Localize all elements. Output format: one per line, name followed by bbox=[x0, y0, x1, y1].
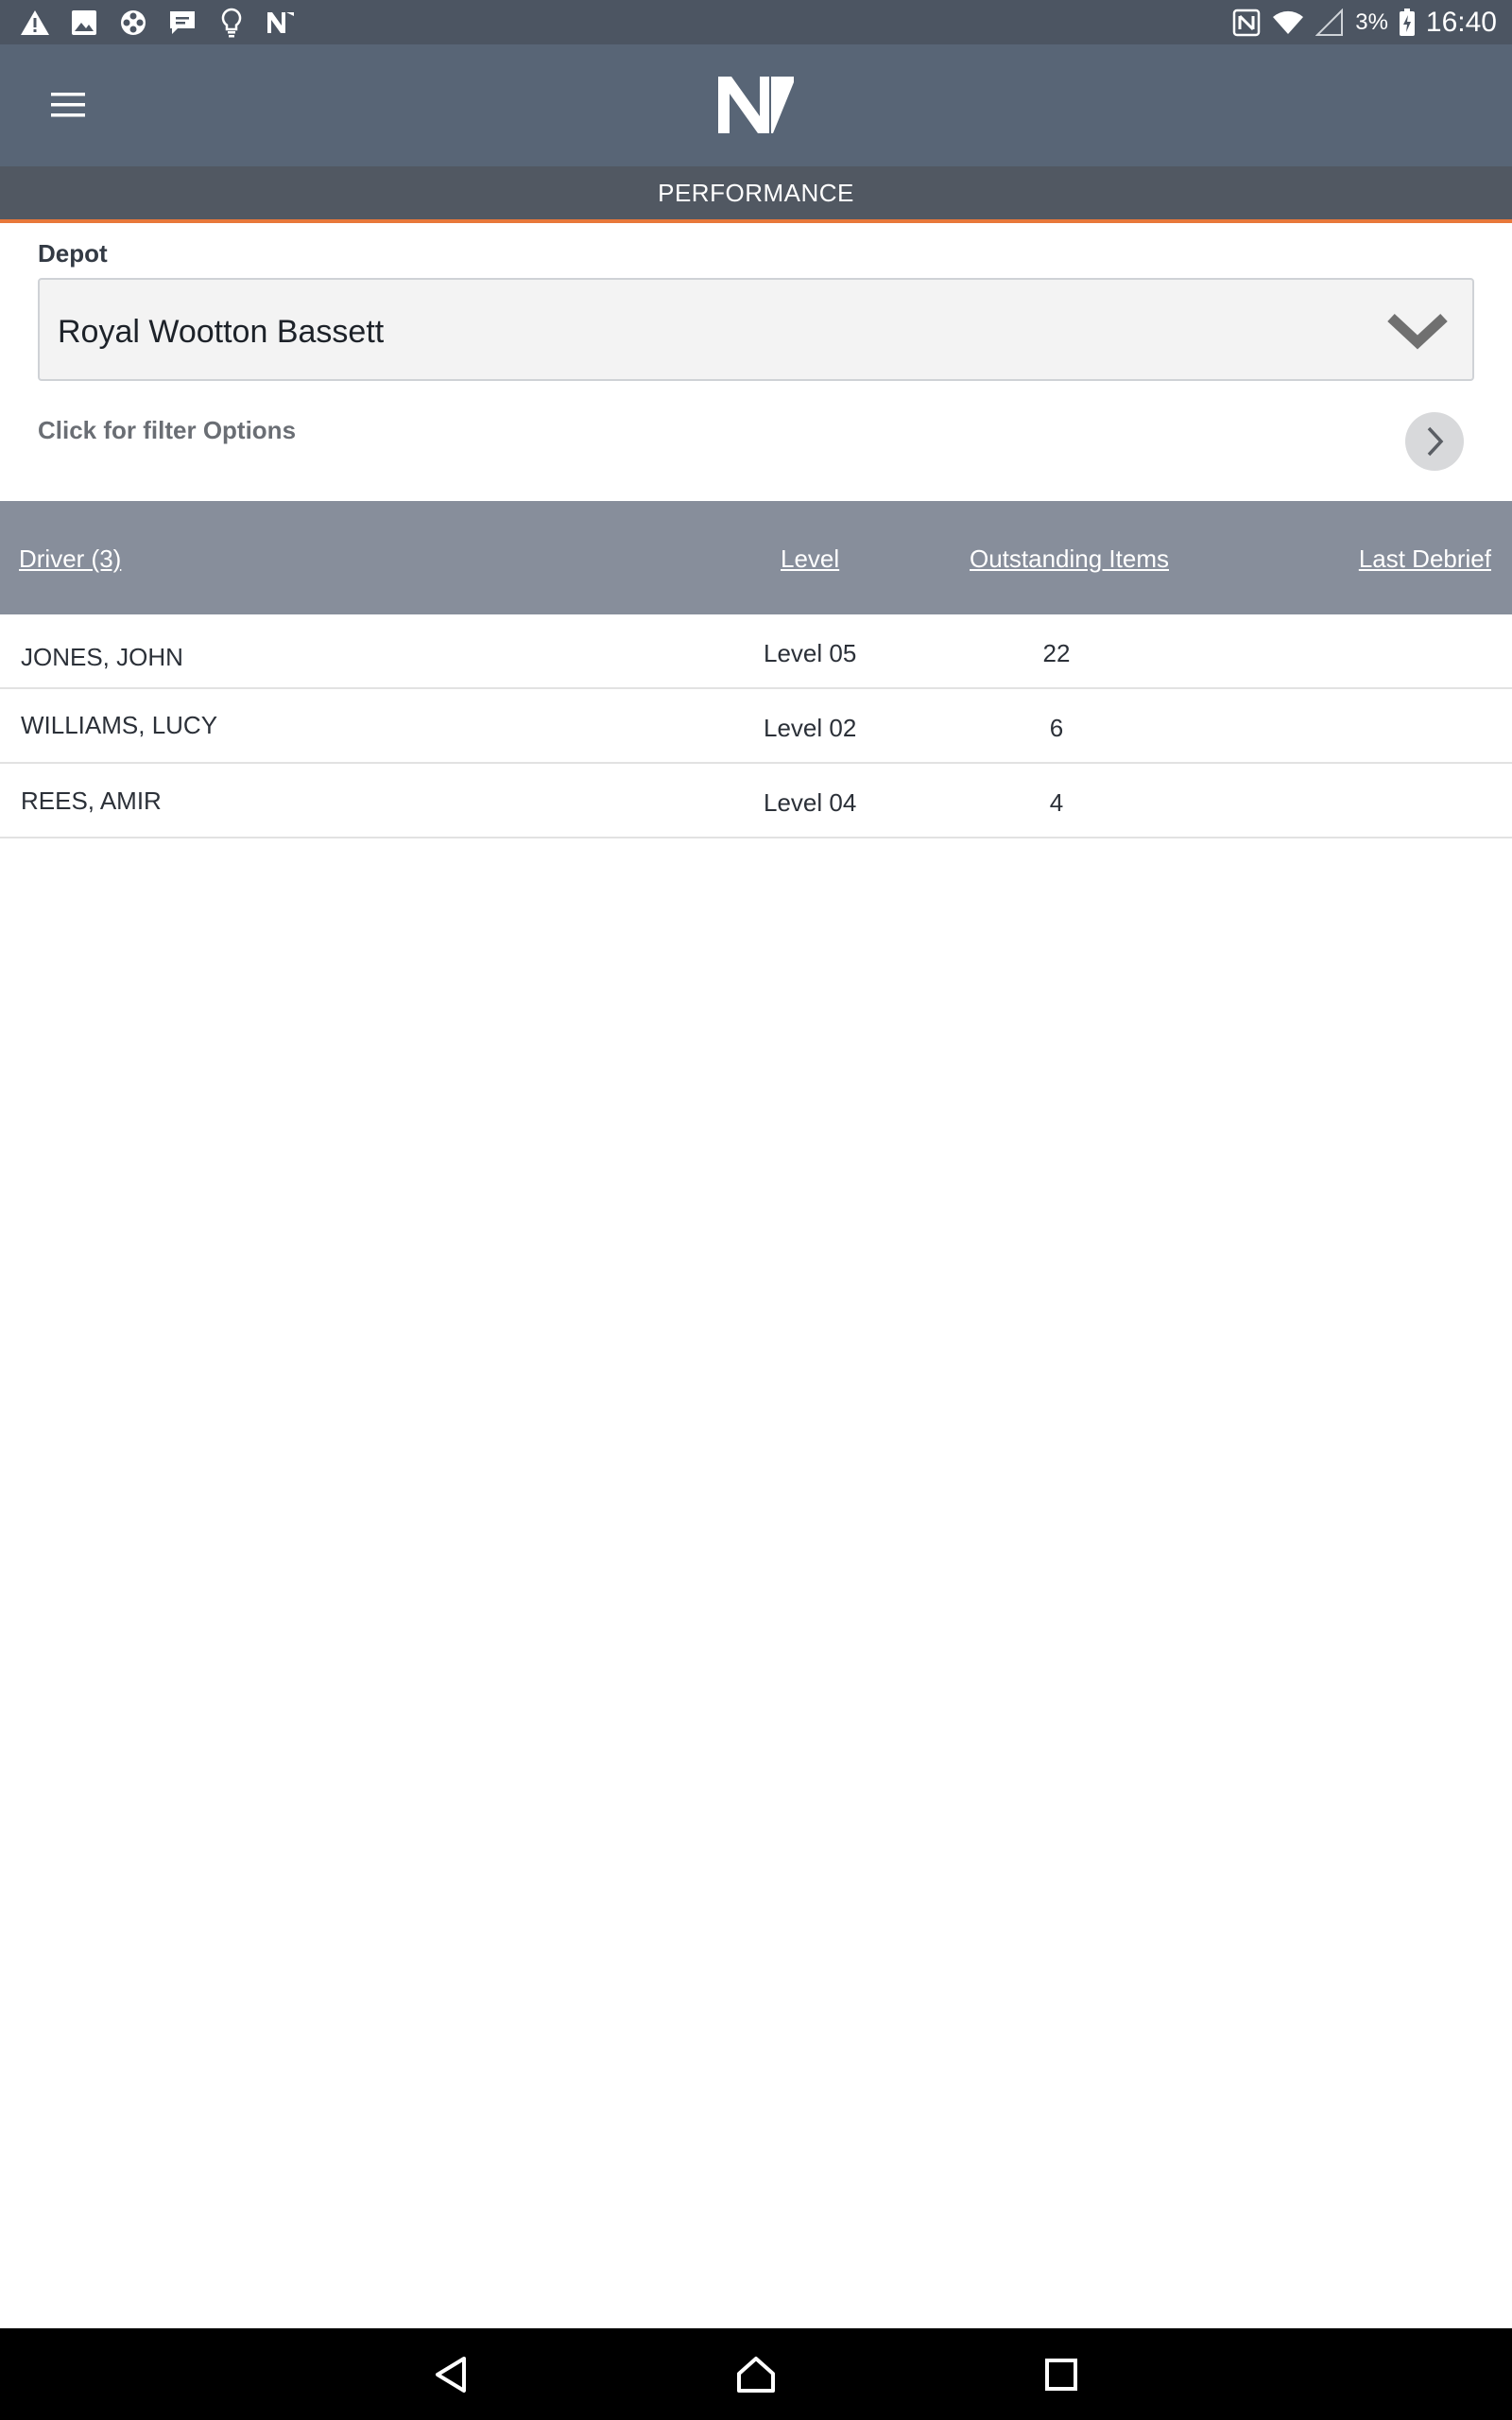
column-header-level[interactable]: Level bbox=[781, 544, 839, 574]
page-title: PERFORMANCE bbox=[658, 178, 854, 207]
driver-level: Level 05 bbox=[764, 639, 857, 667]
depot-select[interactable]: Royal Wootton Bassett bbox=[38, 278, 1474, 381]
driver-name: WILLIAMS, LUCY bbox=[21, 711, 218, 739]
table-row[interactable]: REES, AMIR Level 04 4 bbox=[0, 764, 1512, 838]
table-row[interactable]: JONES, JOHN Level 05 22 bbox=[0, 614, 1512, 689]
wifi-icon bbox=[1272, 7, 1304, 39]
menu-button[interactable] bbox=[38, 82, 98, 128]
filter-options-link[interactable]: Click for filter Options bbox=[38, 416, 296, 445]
driver-name: REES, AMIR bbox=[21, 786, 162, 815]
app-header bbox=[0, 44, 1512, 166]
recents-button[interactable] bbox=[1038, 2351, 1085, 2398]
table-header: Driver (3) Level Outstanding Items Last … bbox=[0, 501, 1512, 614]
notification-icons bbox=[19, 7, 297, 39]
table-row[interactable]: WILLIAMS, LUCY Level 02 6 bbox=[0, 689, 1512, 764]
home-button[interactable] bbox=[732, 2351, 780, 2398]
message-icon bbox=[166, 7, 198, 39]
driver-level: Level 02 bbox=[764, 714, 857, 742]
hamburger-menu-icon bbox=[51, 93, 85, 117]
app-logo-icon bbox=[265, 7, 297, 39]
column-header-last-debrief[interactable]: Last Debrief bbox=[1359, 544, 1491, 574]
recents-square-icon bbox=[1045, 2359, 1077, 2391]
chevron-down-icon bbox=[1387, 310, 1448, 352]
depot-label: Depot bbox=[38, 239, 108, 268]
back-triangle-icon bbox=[436, 2357, 466, 2393]
driver-level: Level 04 bbox=[764, 788, 857, 817]
page-title-bar: PERFORMANCE bbox=[0, 166, 1512, 223]
depot-selected-value: Royal Wootton Bassett bbox=[58, 314, 385, 350]
system-status: 3% 16:40 bbox=[1230, 4, 1497, 42]
image-icon bbox=[68, 7, 100, 39]
warning-icon bbox=[19, 7, 51, 39]
status-bar: 3% 16:40 bbox=[0, 0, 1512, 44]
filter-options-button[interactable] bbox=[1405, 412, 1464, 471]
navigation-bar bbox=[0, 2328, 1512, 2420]
column-header-outstanding-items[interactable]: Outstanding Items bbox=[970, 544, 1169, 574]
chevron-right-icon bbox=[1427, 426, 1444, 457]
driver-name: JONES, JOHN bbox=[21, 643, 183, 671]
signal-icon bbox=[1314, 7, 1346, 39]
brand-logo-icon bbox=[714, 73, 798, 137]
battery-percent: 3% bbox=[1355, 9, 1388, 35]
film-reel-icon bbox=[117, 7, 149, 39]
nfc-icon bbox=[1230, 7, 1263, 39]
column-header-driver[interactable]: Driver (3) bbox=[19, 544, 121, 574]
home-icon bbox=[737, 2357, 775, 2393]
lightbulb-icon bbox=[215, 7, 248, 39]
back-button[interactable] bbox=[427, 2351, 474, 2398]
clock: 16:40 bbox=[1425, 7, 1497, 38]
battery-charging-icon bbox=[1398, 7, 1417, 39]
